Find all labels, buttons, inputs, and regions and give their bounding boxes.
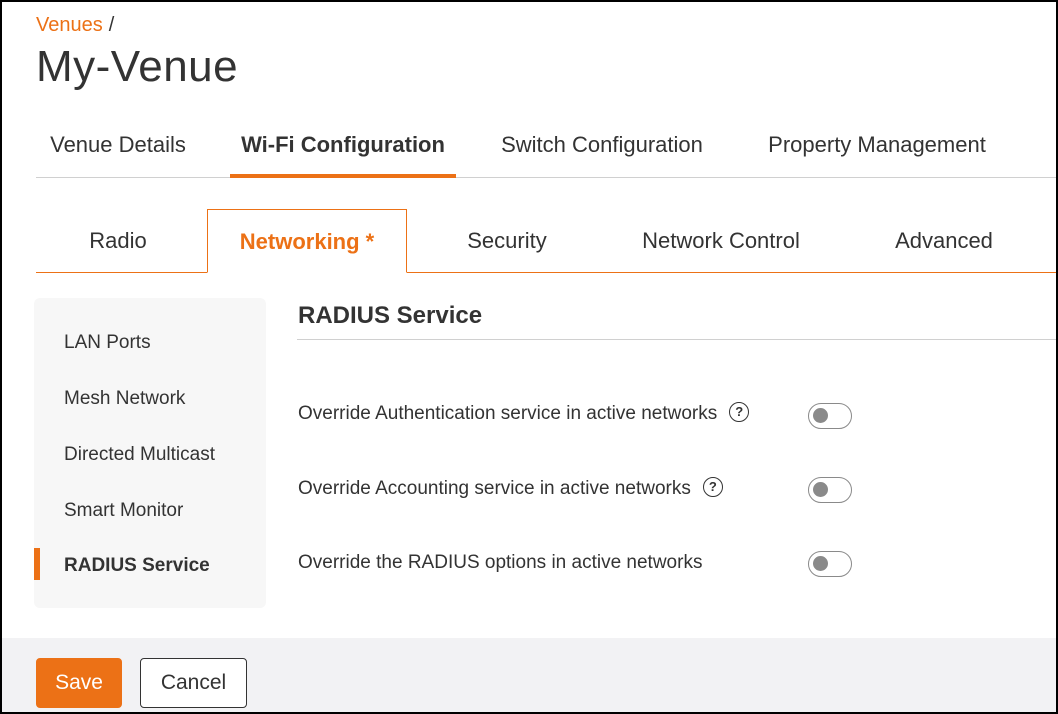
help-circle-icon[interactable]: ? — [729, 401, 750, 422]
setting-label-radius-options: Override the RADIUS options in active ne… — [298, 552, 703, 573]
subtab-network-control[interactable]: Network Control — [621, 209, 821, 273]
setting-row-authentication: Override Authentication service in activ… — [298, 401, 750, 425]
main-tab-bar: Venue Details Wi-Fi Configuration Switch… — [36, 120, 1056, 178]
side-nav-item-radius-service[interactable]: RADIUS Service — [64, 555, 210, 577]
side-nav: LAN Ports Mesh Network Directed Multicas… — [34, 298, 266, 608]
subtab-radio[interactable]: Radio — [36, 209, 200, 273]
setting-label-authentication: Override Authentication service in activ… — [298, 403, 718, 424]
breadcrumb-venues-link[interactable]: Venues — [36, 14, 103, 36]
cancel-button[interactable]: Cancel — [140, 658, 247, 708]
side-nav-item-lan-ports[interactable]: LAN Ports — [64, 332, 151, 354]
subtab-networking[interactable]: Networking * — [207, 209, 407, 273]
subtab-advanced[interactable]: Advanced — [876, 209, 1012, 273]
side-nav-item-mesh-network[interactable]: Mesh Network — [64, 388, 185, 410]
side-nav-item-smart-monitor[interactable]: Smart Monitor — [64, 500, 183, 522]
tab-venue-details[interactable]: Venue Details — [36, 120, 200, 178]
page-title: My-Venue — [36, 42, 239, 91]
setting-label-accounting: Override Accounting service in active ne… — [298, 478, 691, 499]
tab-switch-configuration[interactable]: Switch Configuration — [488, 120, 716, 178]
toggle-override-authentication[interactable] — [808, 403, 852, 429]
toggle-override-accounting[interactable] — [808, 477, 852, 503]
toggle-override-radius-options[interactable] — [808, 551, 852, 577]
side-nav-active-indicator — [34, 548, 40, 580]
footer-bar: Save Cancel — [2, 638, 1056, 712]
setting-row-radius-options: Override the RADIUS options in active ne… — [298, 552, 702, 574]
breadcrumb-separator: / — [108, 14, 115, 36]
toggle-knob — [813, 556, 828, 571]
setting-row-accounting: Override Accounting service in active ne… — [298, 476, 723, 500]
toggle-knob — [813, 482, 828, 497]
subtab-security[interactable]: Security — [436, 209, 578, 273]
save-button[interactable]: Save — [36, 658, 122, 708]
section-title: RADIUS Service — [298, 302, 483, 329]
sub-tab-bar: Radio Networking * Security Network Cont… — [36, 209, 1056, 273]
tab-wifi-configuration[interactable]: Wi-Fi Configuration — [230, 120, 456, 178]
tab-property-management[interactable]: Property Management — [752, 120, 1002, 178]
toggle-knob — [813, 408, 828, 423]
breadcrumb: Venues / — [36, 14, 114, 37]
section-divider — [297, 339, 1056, 340]
app-window: Venues / My-Venue Venue Details Wi-Fi Con… — [0, 0, 1058, 714]
side-nav-item-directed-multicast[interactable]: Directed Multicast — [64, 444, 215, 466]
help-circle-icon[interactable]: ? — [702, 476, 723, 497]
